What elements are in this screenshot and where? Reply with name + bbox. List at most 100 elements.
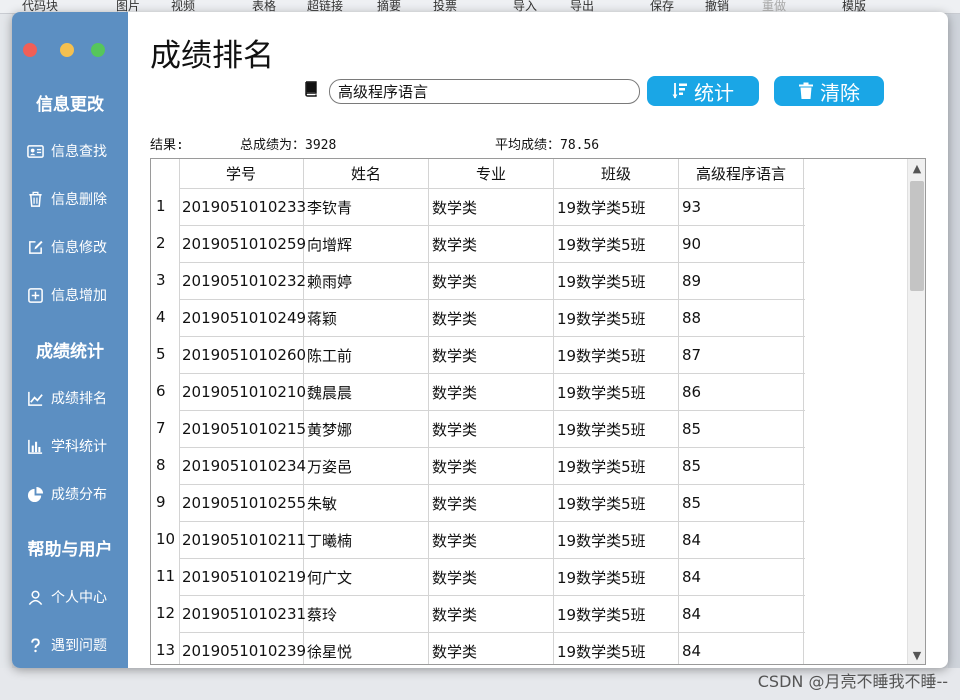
row-number[interactable]: 1: [151, 197, 179, 215]
name-cell[interactable]: 何广文: [304, 559, 429, 595]
student-id-cell[interactable]: 2019051010219: [179, 559, 306, 595]
scroll-up-arrow-icon[interactable]: ▲: [908, 159, 925, 177]
major-cell[interactable]: 数学类: [429, 374, 554, 410]
class-cell[interactable]: 19数学类5班: [554, 485, 679, 521]
sidebar-item-ranking[interactable]: 成绩排名: [26, 385, 107, 411]
stat-button[interactable]: 统计: [647, 76, 759, 106]
major-cell[interactable]: 数学类: [429, 337, 554, 373]
major-cell[interactable]: 数学类: [429, 189, 554, 225]
student-id-cell[interactable]: 2019051010210: [179, 374, 306, 410]
score-cell[interactable]: 86: [679, 374, 804, 410]
major-cell[interactable]: 数学类: [429, 263, 554, 299]
major-cell[interactable]: 数学类: [429, 411, 554, 447]
class-cell[interactable]: 19数学类5班: [554, 596, 679, 632]
sidebar-item-delete[interactable]: 信息删除: [26, 186, 107, 212]
score-cell[interactable]: 85: [679, 485, 804, 521]
name-cell[interactable]: 万姿邑: [304, 448, 429, 484]
name-cell[interactable]: 赖雨婷: [304, 263, 429, 299]
row-number[interactable]: 4: [151, 308, 179, 326]
row-number[interactable]: 5: [151, 345, 179, 363]
name-cell[interactable]: 蔡玲: [304, 596, 429, 632]
class-cell[interactable]: 19数学类5班: [554, 411, 679, 447]
sidebar-item-help[interactable]: 遇到问题: [26, 632, 107, 658]
row-number[interactable]: 3: [151, 271, 179, 289]
row-number[interactable]: 11: [151, 567, 179, 585]
column-header-major[interactable]: 专业: [429, 159, 554, 188]
table-row[interactable]: 2019051010260 陈工前 数学类 19数学类5班 87: [179, 336, 805, 373]
score-cell[interactable]: 90: [679, 226, 804, 262]
class-cell[interactable]: 19数学类5班: [554, 263, 679, 299]
name-cell[interactable]: 陈工前: [304, 337, 429, 373]
score-cell[interactable]: 85: [679, 411, 804, 447]
sidebar-item-search[interactable]: 信息查找: [26, 138, 107, 164]
score-cell[interactable]: 88: [679, 300, 804, 336]
clear-button[interactable]: 清除: [774, 76, 884, 106]
major-cell[interactable]: 数学类: [429, 596, 554, 632]
class-cell[interactable]: 19数学类5班: [554, 559, 679, 595]
table-row[interactable]: 2019051010211 丁曦楠 数学类 19数学类5班 84: [179, 521, 805, 558]
subject-input[interactable]: [329, 79, 640, 104]
score-cell[interactable]: 89: [679, 263, 804, 299]
row-number[interactable]: 9: [151, 493, 179, 511]
table-row[interactable]: 2019051010233 李钦青 数学类 19数学类5班 93: [179, 188, 805, 225]
student-id-cell[interactable]: 2019051010233: [179, 189, 306, 225]
maximize-window-button[interactable]: [91, 43, 105, 57]
sidebar-item-profile[interactable]: 个人中心: [26, 584, 107, 610]
class-cell[interactable]: 19数学类5班: [554, 374, 679, 410]
score-cell[interactable]: 87: [679, 337, 804, 373]
name-cell[interactable]: 魏晨晨: [304, 374, 429, 410]
score-cell[interactable]: 84: [679, 633, 804, 664]
major-cell[interactable]: 数学类: [429, 226, 554, 262]
column-header-name[interactable]: 姓名: [304, 159, 429, 188]
name-cell[interactable]: 李钦青: [304, 189, 429, 225]
sidebar-item-subject-stats[interactable]: 学科统计: [26, 433, 107, 459]
class-cell[interactable]: 19数学类5班: [554, 300, 679, 336]
score-cell[interactable]: 84: [679, 559, 804, 595]
name-cell[interactable]: 朱敏: [304, 485, 429, 521]
table-row[interactable]: 2019051010219 何广文 数学类 19数学类5班 84: [179, 558, 805, 595]
score-cell[interactable]: 84: [679, 596, 804, 632]
table-row[interactable]: 2019051010249 蒋颖 数学类 19数学类5班 88: [179, 299, 805, 336]
major-cell[interactable]: 数学类: [429, 448, 554, 484]
table-row[interactable]: 2019051010231 蔡玲 数学类 19数学类5班 84: [179, 595, 805, 632]
major-cell[interactable]: 数学类: [429, 633, 554, 664]
score-cell[interactable]: 85: [679, 448, 804, 484]
table-row[interactable]: 2019051010215 黄梦娜 数学类 19数学类5班 85: [179, 410, 805, 447]
row-number[interactable]: 7: [151, 419, 179, 437]
class-cell[interactable]: 19数学类5班: [554, 337, 679, 373]
scroll-thumb[interactable]: [910, 181, 924, 291]
table-row[interactable]: 2019051010210 魏晨晨 数学类 19数学类5班 86: [179, 373, 805, 410]
class-cell[interactable]: 19数学类5班: [554, 633, 679, 664]
score-cell[interactable]: 84: [679, 522, 804, 558]
student-id-cell[interactable]: 2019051010215: [179, 411, 306, 447]
sidebar-item-distribution[interactable]: 成绩分布: [26, 481, 107, 507]
table-row[interactable]: 2019051010259 向增辉 数学类 19数学类5班 90: [179, 225, 805, 262]
column-header-class[interactable]: 班级: [554, 159, 679, 188]
column-header-subject[interactable]: 高级程序语言: [679, 159, 804, 188]
name-cell[interactable]: 蒋颖: [304, 300, 429, 336]
student-id-cell[interactable]: 2019051010249: [179, 300, 306, 336]
row-number[interactable]: 8: [151, 456, 179, 474]
class-cell[interactable]: 19数学类5班: [554, 448, 679, 484]
student-id-cell[interactable]: 2019051010260: [179, 337, 306, 373]
table-row[interactable]: 2019051010234 万姿邑 数学类 19数学类5班 85: [179, 447, 805, 484]
student-id-cell[interactable]: 2019051010239: [179, 633, 306, 664]
major-cell[interactable]: 数学类: [429, 300, 554, 336]
name-cell[interactable]: 徐星悦: [304, 633, 429, 664]
student-id-cell[interactable]: 2019051010232: [179, 263, 306, 299]
name-cell[interactable]: 黄梦娜: [304, 411, 429, 447]
student-id-cell[interactable]: 2019051010255: [179, 485, 306, 521]
sidebar-item-add[interactable]: 信息增加: [26, 282, 107, 308]
row-number[interactable]: 10: [151, 530, 179, 548]
name-cell[interactable]: 向增辉: [304, 226, 429, 262]
class-cell[interactable]: 19数学类5班: [554, 522, 679, 558]
table-row[interactable]: 2019051010255 朱敏 数学类 19数学类5班 85: [179, 484, 805, 521]
column-header-id[interactable]: 学号: [179, 159, 304, 188]
minimize-window-button[interactable]: [60, 43, 74, 57]
student-id-cell[interactable]: 2019051010231: [179, 596, 306, 632]
row-number[interactable]: 12: [151, 604, 179, 622]
row-number[interactable]: 2: [151, 234, 179, 252]
table-scrollbar[interactable]: ▲ ▼: [907, 159, 925, 664]
row-number[interactable]: 13: [151, 641, 179, 659]
student-id-cell[interactable]: 2019051010234: [179, 448, 306, 484]
